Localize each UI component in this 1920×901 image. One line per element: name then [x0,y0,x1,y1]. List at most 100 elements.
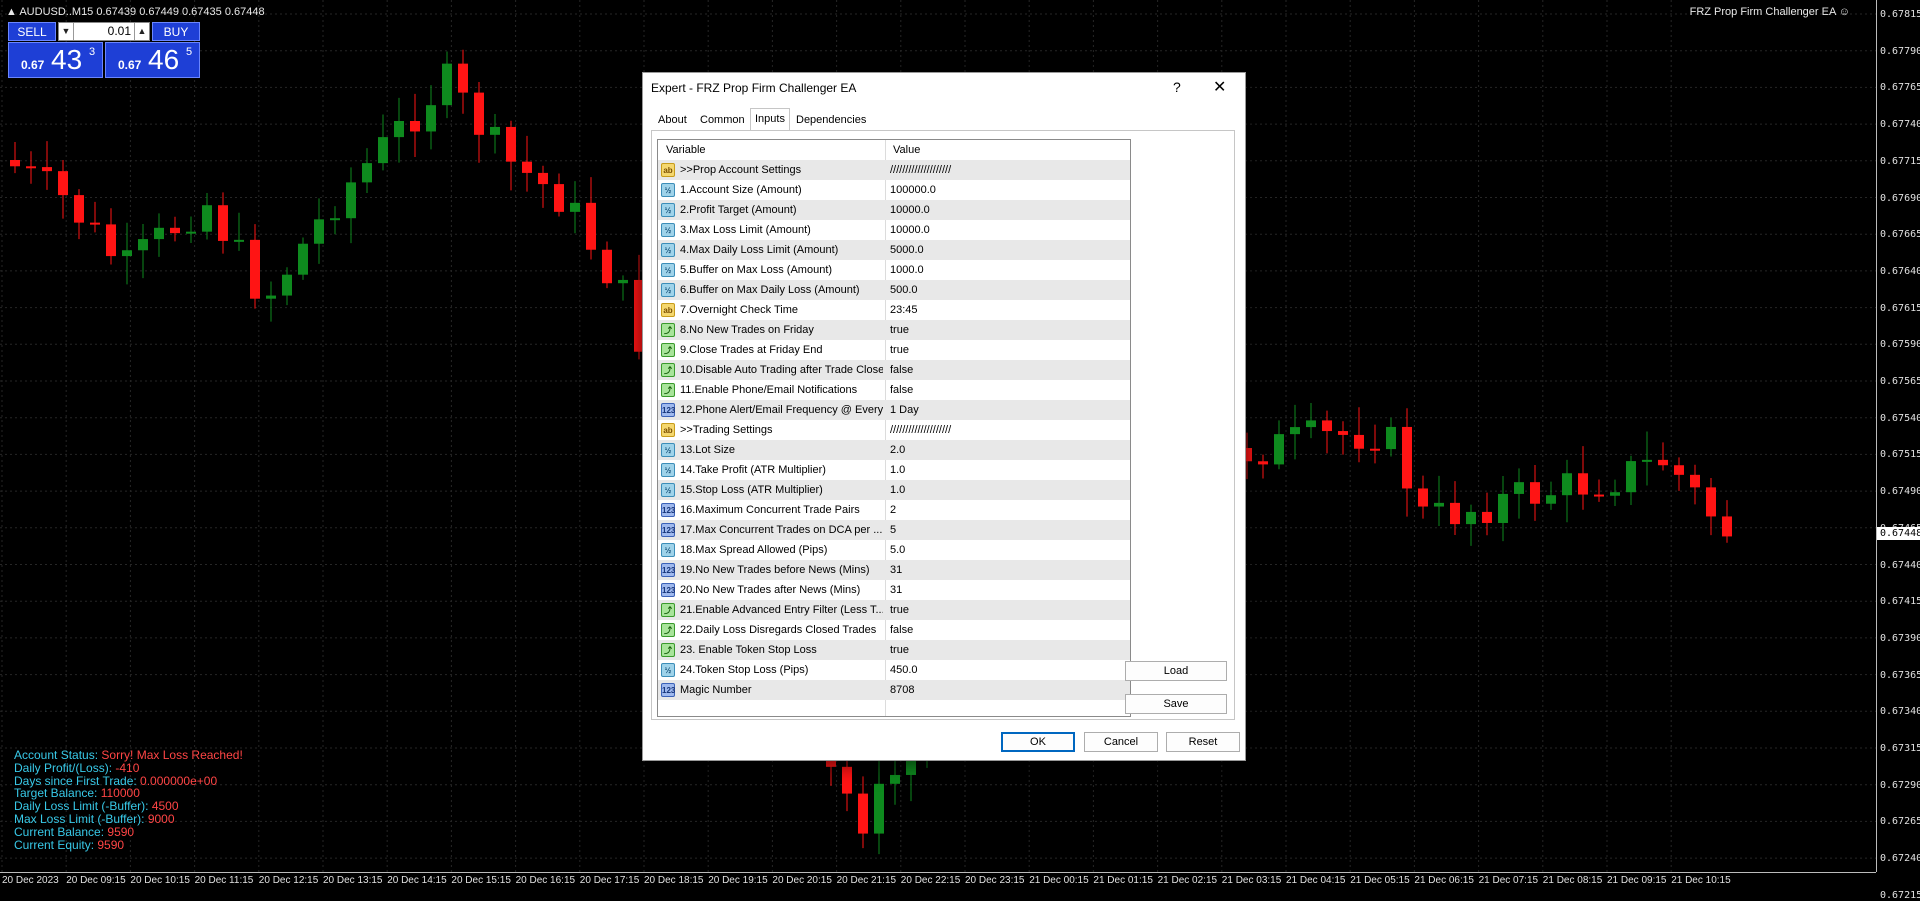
input-value[interactable]: 2.0 [890,440,905,460]
input-row[interactable]: ⤴ 10.Disable Auto Trading after Trade Clo… [658,360,1130,380]
input-value[interactable]: 5.0 [890,540,905,560]
price-tick-label: 0.67340 [1880,706,1920,718]
input-value[interactable]: 5000.0 [890,240,924,260]
input-row[interactable]: ⤴ 9.Close Trades at Friday End true [658,340,1130,360]
input-variable: 15.Stop Loss (ATR Multiplier) [680,484,823,496]
candle-body [218,205,228,241]
price-tick-label: 0.67515 [1880,449,1920,461]
price-tick-label: 0.67790 [1880,45,1920,57]
input-value[interactable]: 31 [890,560,902,580]
input-value[interactable]: 10000.0 [890,200,930,220]
input-row[interactable]: ⤴ 23. Enable Token Stop Loss true [658,640,1130,660]
int-type-icon: 123 [661,583,675,597]
tab-dependencies[interactable]: Dependencies [792,110,870,130]
input-row[interactable]: ½ 5.Buffer on Max Loss (Amount) 1000.0 [658,260,1130,280]
load-button[interactable]: Load [1125,661,1227,681]
input-value[interactable]: false [890,620,913,640]
input-value[interactable]: true [890,320,909,340]
input-row[interactable]: ⤴ 11.Enable Phone/Email Notifications fals… [658,380,1130,400]
input-row[interactable]: ½ 18.Max Spread Allowed (Pips) 5.0 [658,540,1130,560]
input-row[interactable]: 123 19.No New Trades before News (Mins) 31 [658,560,1130,580]
input-value[interactable]: true [890,340,909,360]
tab-about[interactable]: About [654,110,691,130]
candle-body [442,63,452,106]
input-value[interactable]: false [890,360,913,380]
input-row[interactable]: 123 17.Max Concurrent Trades on DCA per .… [658,520,1130,540]
input-value[interactable]: 1.0 [890,460,905,480]
collapse-arrow-icon[interactable]: ▲ [6,6,17,18]
buy-price[interactable]: 0.67 46 5 [105,42,200,78]
input-value[interactable]: 450.0 [890,660,918,680]
help-icon[interactable]: ? [1173,79,1181,95]
input-value[interactable]: //////////////////// [890,160,951,180]
candle-body [234,239,244,242]
input-value[interactable]: 8708 [890,680,914,700]
input-row[interactable]: ½ 15.Stop Loss (ATR Multiplier) 1.0 [658,480,1130,500]
input-value[interactable]: true [890,600,909,620]
tab-common[interactable]: Common [696,110,749,130]
time-tick-label: 21 Dec 03:15 [1221,875,1282,886]
input-row[interactable]: ab 7.Overnight Check Time 23:45 [658,300,1130,320]
input-row[interactable]: 123 Magic Number 8708 [658,680,1130,700]
buy-button[interactable]: BUY [152,22,200,41]
input-row[interactable]: 123 12.Phone Alert/Email Frequency @ Ever… [658,400,1130,420]
buy-price-main: 46 [148,44,180,75]
column-variable-header[interactable]: Variable [666,140,706,160]
input-value[interactable]: true [890,640,909,660]
reset-button[interactable]: Reset [1166,732,1240,752]
input-value[interactable]: 5 [890,520,896,540]
input-row[interactable]: 123 20.No New Trades after News (Mins) 31 [658,580,1130,600]
candle-body [202,205,212,232]
candle-body [1386,426,1396,450]
sell-price[interactable]: 0.67 43 3 [8,42,103,78]
column-value-header[interactable]: Value [893,140,920,160]
save-button[interactable]: Save [1125,694,1227,714]
ok-button[interactable]: OK [1001,732,1075,752]
input-row[interactable]: ½ 14.Take Profit (ATR Multiplier) 1.0 [658,460,1130,480]
input-value[interactable]: 500.0 [890,280,918,300]
input-value[interactable]: //////////////////// [890,420,951,440]
input-value[interactable]: 23:45 [890,300,918,320]
input-row[interactable]: ½ 24.Token Stop Loss (Pips) 450.0 [658,660,1130,680]
input-row[interactable]: ab >>Prop Account Settings ///////////////… [658,160,1130,180]
inputs-grid[interactable]: Variable Value ab >>Prop Account Settings… [657,139,1131,717]
time-tick-label: 20 Dec 09:15 [66,875,126,886]
input-variable: 4.Max Daily Loss Limit (Amount) [680,244,839,256]
input-row[interactable]: ½ 13.Lot Size 2.0 [658,440,1130,460]
lot-decrease-icon[interactable]: ▼ [59,23,74,40]
input-value[interactable]: 1000.0 [890,260,924,280]
input-row[interactable]: ½ 3.Max Loss Limit (Amount) 10000.0 [658,220,1130,240]
buy-price-pip: 5 [186,46,193,58]
input-row[interactable]: ½ 6.Buffer on Max Daily Loss (Amount) 500.… [658,280,1130,300]
candle-body [522,161,532,173]
input-value[interactable]: 100000.0 [890,180,936,200]
boo-type-icon: ⤴ [661,643,675,657]
cancel-button[interactable]: Cancel [1084,732,1158,752]
input-value[interactable]: 1.0 [890,480,905,500]
input-value[interactable]: 10000.0 [890,220,930,240]
price-tick-label: 0.67415 [1880,596,1920,608]
input-row[interactable]: 123 16.Maximum Concurrent Trade Pairs 2 [658,500,1130,520]
sell-button[interactable]: SELL [8,22,56,41]
input-value[interactable]: false [890,380,913,400]
input-row[interactable]: ⤴ 8.No New Trades on Friday true [658,320,1130,340]
candle-body [266,295,276,299]
input-value[interactable]: 31 [890,580,902,600]
lot-size-stepper[interactable]: ▼ 0.01 ▲ [58,22,150,41]
tab-inputs[interactable]: Inputs [750,108,790,131]
input-row[interactable]: ½ 2.Profit Target (Amount) 10000.0 [658,200,1130,220]
lot-size-input[interactable]: 0.01 [75,23,133,40]
input-row[interactable]: ½ 4.Max Daily Loss Limit (Amount) 5000.0 [658,240,1130,260]
price-axis[interactable] [1876,0,1920,872]
candle-body [1642,459,1652,462]
input-value[interactable]: 1 Day [890,400,919,420]
input-row[interactable]: ⤴ 21.Enable Advanced Entry Filter (Less T… [658,600,1130,620]
input-row[interactable]: ½ 1.Account Size (Amount) 100000.0 [658,180,1130,200]
time-tick-label: 20 Dec 22:15 [900,875,961,886]
time-tick-label: 20 Dec 21:15 [836,875,897,886]
input-row[interactable]: ⤴ 22.Daily Loss Disregards Closed Trades f… [658,620,1130,640]
input-value[interactable]: 2 [890,500,896,520]
close-icon[interactable]: ✕ [1213,77,1226,97]
input-row[interactable]: ab >>Trading Settings //////////////////// [658,420,1130,440]
lot-increase-icon[interactable]: ▲ [134,23,149,40]
